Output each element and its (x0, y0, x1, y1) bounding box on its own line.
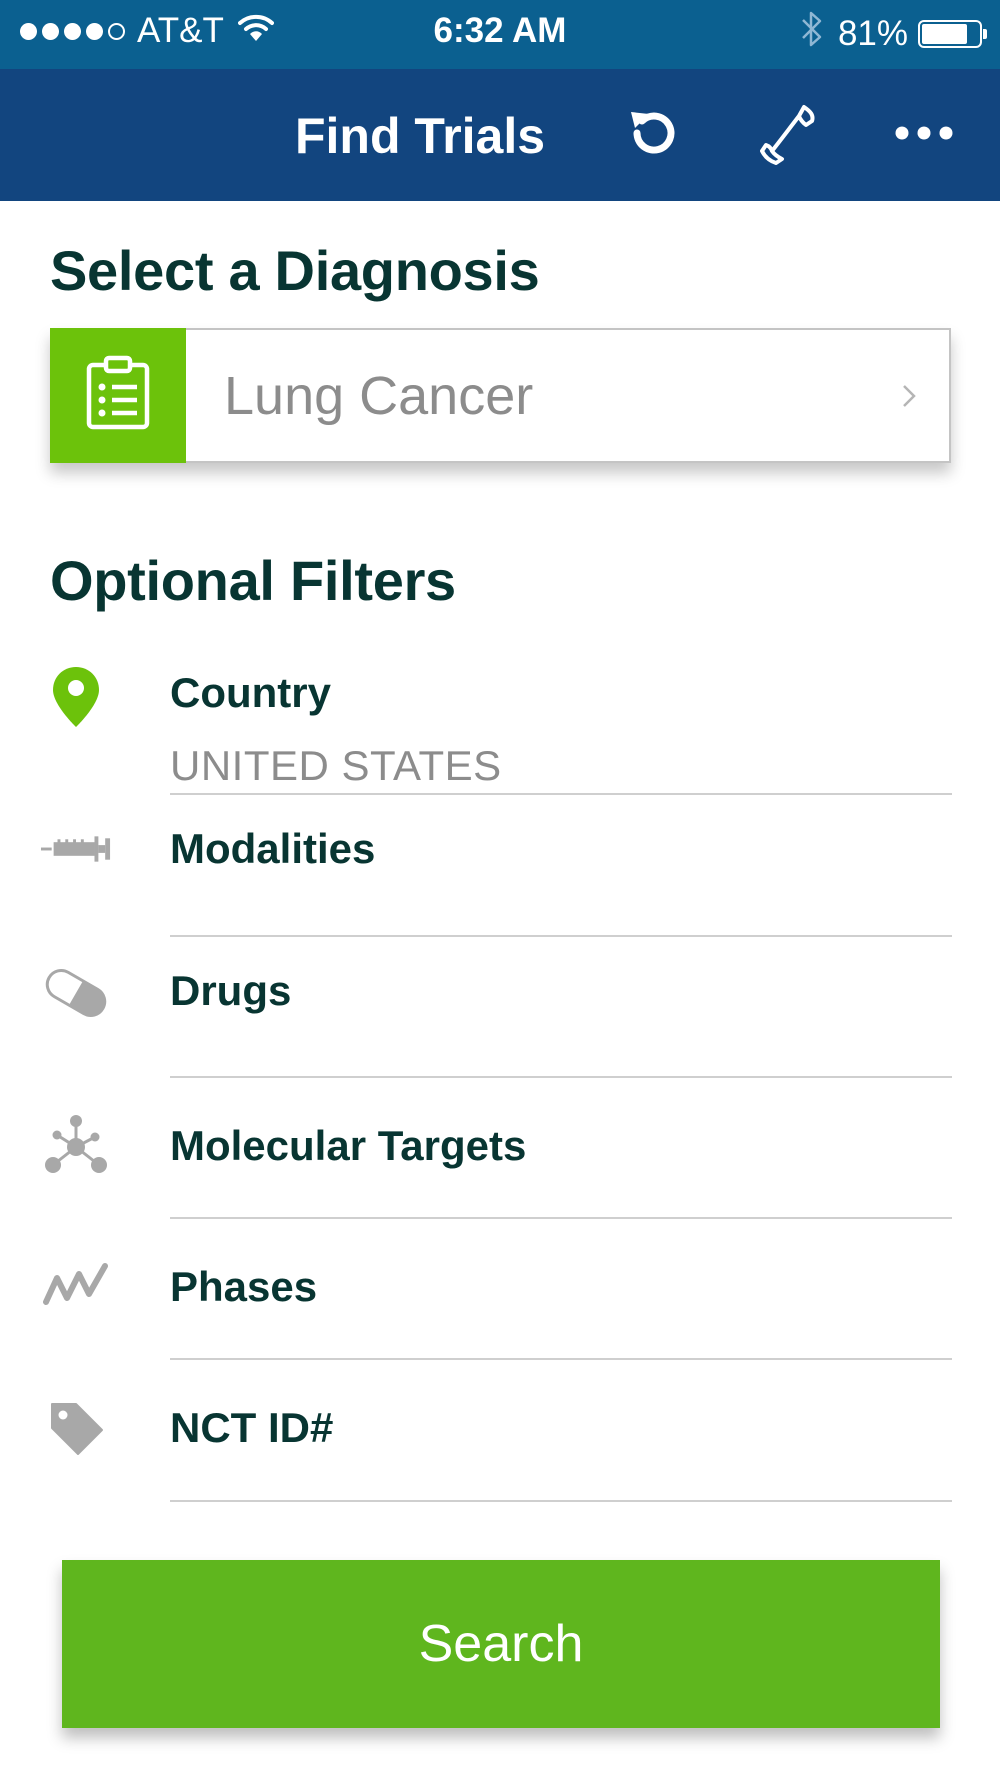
page-title: Find Trials (295, 108, 546, 164)
phone-icon[interactable] (752, 97, 824, 169)
filter-phases[interactable]: Phases (0, 1219, 1000, 1360)
status-right: 81% (800, 10, 987, 57)
zigzag-icon (40, 1249, 112, 1321)
diagnosis-icon-box (50, 328, 186, 463)
status-bar: AT&T 6:32 AM 81% (0, 0, 1000, 69)
battery-icon (918, 19, 987, 48)
tag-icon (40, 1392, 112, 1464)
chevron-right-icon (869, 330, 949, 461)
filter-nct-id[interactable]: NCT ID# (0, 1360, 1000, 1502)
filter-drugs[interactable]: Drugs (0, 937, 1000, 1078)
filter-country[interactable]: Country UNITED STATES (0, 655, 1000, 795)
filter-molecular-targets[interactable]: Molecular Targets (0, 1078, 1000, 1219)
filter-label: Country (170, 669, 331, 716)
filter-label: Molecular Targets (170, 1122, 527, 1169)
bluetooth-icon (800, 10, 824, 57)
molecule-icon (40, 1110, 112, 1182)
more-icon[interactable] (888, 97, 960, 169)
filter-label: Phases (170, 1263, 318, 1310)
divider (170, 1500, 952, 1502)
search-button[interactable]: Search (62, 1560, 940, 1728)
filter-label: Drugs (170, 967, 292, 1014)
location-pin-icon (40, 661, 112, 733)
filter-label: Modalities (170, 825, 376, 872)
diagnosis-heading: Select a Diagnosis (50, 239, 540, 302)
pill-icon (40, 957, 112, 1029)
filter-modalities[interactable]: Modalities (0, 795, 1000, 937)
diagnosis-value: Lung Cancer (224, 365, 534, 426)
country-value: UNITED STATES (170, 742, 502, 789)
clipboard-list-icon (85, 355, 151, 436)
filters-heading: Optional Filters (50, 549, 456, 612)
find-trials-screen: AT&T 6:32 AM 81% Find Trials Select a Di… (0, 0, 1000, 1778)
syringe-icon (40, 813, 112, 885)
refresh-icon[interactable] (618, 97, 690, 169)
nav-bar: Find Trials (0, 69, 1000, 201)
battery-percent: 81% (837, 13, 908, 53)
filter-label: NCT ID# (170, 1404, 334, 1451)
diagnosis-selector[interactable]: Lung Cancer (50, 328, 951, 463)
